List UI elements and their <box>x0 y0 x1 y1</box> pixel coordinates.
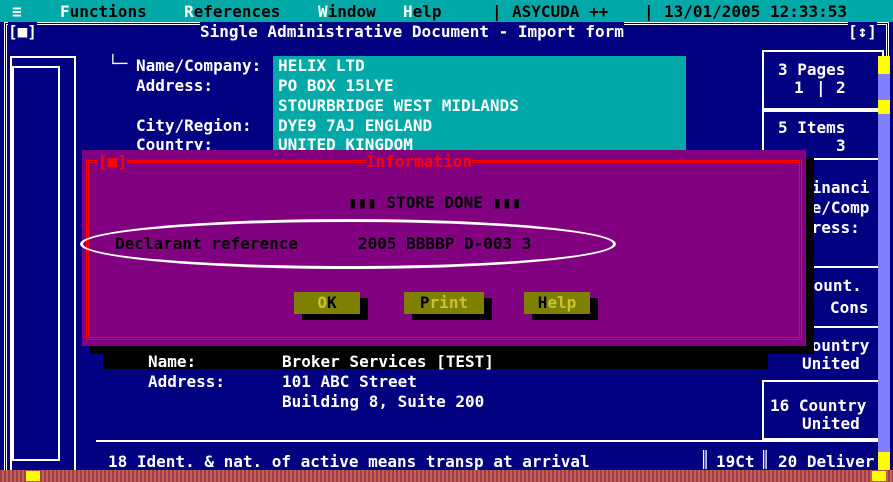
menu-functions[interactable]: Functions <box>60 2 147 21</box>
delivery-label: 20 Deliver <box>778 452 875 471</box>
ok-button[interactable]: OK <box>294 292 360 314</box>
field-divider: ║ <box>760 450 770 469</box>
importer-name-label: Name/Company: <box>136 56 262 75</box>
vertical-scrollbar[interactable] <box>878 56 890 470</box>
country-value-1[interactable]: United <box>802 354 860 373</box>
declarant-address-line1[interactable]: 101 ABC Street <box>282 372 417 391</box>
menu-references[interactable]: References <box>184 2 280 21</box>
transport-label: 18 Ident. & nat. of active means transp … <box>108 452 590 471</box>
left-column-inner <box>12 66 60 461</box>
scroll-down-arrow[interactable] <box>878 452 890 470</box>
declarant-address-line2[interactable]: Building 8, Suite 200 <box>282 392 484 411</box>
menu-window[interactable]: Window <box>318 2 376 21</box>
importer-address-label: Address: <box>136 76 214 95</box>
financial-label: Financi <box>802 178 870 197</box>
pages-total: 2 <box>836 78 846 97</box>
scroll-right-arrow[interactable] <box>872 471 886 481</box>
print-button[interactable]: Print <box>404 292 484 314</box>
system-menu-icon[interactable]: ≡ <box>12 2 22 21</box>
field-divider: ║ <box>700 450 710 469</box>
importer-address-line1[interactable]: PO BOX 15LYE <box>278 76 394 95</box>
dialog-title: Information <box>366 152 472 171</box>
financial-address-label: dress: <box>802 218 860 237</box>
pages-current: 1 <box>794 78 804 97</box>
separator: | <box>492 2 502 21</box>
importer-city-field[interactable]: DYE9 7AJ ENGLAND <box>278 116 432 135</box>
items-label: 5 Items <box>778 118 846 137</box>
cons-label: Cons <box>830 298 869 317</box>
items-value: 3 <box>836 136 846 155</box>
menu-bar: ≡ Functions References Window Help | ASY… <box>0 0 893 22</box>
menu-help[interactable]: Help <box>403 2 442 21</box>
financial-name-label: me/Comp <box>802 198 870 217</box>
datetime: 13/01/2005 12:33:53 <box>664 2 848 21</box>
window-title: Single Administrative Document - Import … <box>200 22 624 41</box>
pages-divider: | <box>816 78 826 97</box>
importer-address-line2[interactable]: STOURBRIDGE WEST MIDLANDS <box>278 96 519 115</box>
country-value-16[interactable]: United <box>802 414 860 433</box>
tree-connector: └─ <box>108 54 128 73</box>
cons-divider: ║ <box>806 296 816 315</box>
separator: | <box>644 2 654 21</box>
scroll-thumb[interactable] <box>878 100 890 114</box>
window-close-button[interactable]: [■] <box>8 22 37 41</box>
country-label-16: 16 Country <box>770 396 867 415</box>
importer-city-label: City/Region: <box>136 116 252 135</box>
annotation-oval <box>80 219 616 269</box>
store-done-message: ▮▮▮ STORE DONE ▮▮▮ <box>348 193 522 212</box>
scroll-left-arrow[interactable] <box>26 471 40 481</box>
window-zoom-button[interactable]: [↕] <box>848 22 877 41</box>
help-button[interactable]: Help <box>524 292 590 314</box>
dialog-close-button[interactable]: [■] <box>98 152 127 171</box>
importer-name-field[interactable]: HELIX LTD <box>278 56 365 75</box>
declarant-name-field[interactable]: Broker Services [TEST] <box>282 352 494 371</box>
horizontal-scrollbar[interactable] <box>0 470 893 482</box>
country-label-1: Country <box>802 336 870 355</box>
section-divider <box>96 440 886 442</box>
pages-label: 3 Pages <box>778 60 846 79</box>
declarant-name-label: Name: <box>148 352 197 371</box>
ct-label: 19Ct <box>716 452 755 471</box>
scroll-up-arrow[interactable] <box>878 56 890 74</box>
declarant-address-label: Address: <box>148 372 226 391</box>
count-label: Count. <box>804 276 862 295</box>
app-name: ASYCUDA ++ <box>512 2 609 21</box>
